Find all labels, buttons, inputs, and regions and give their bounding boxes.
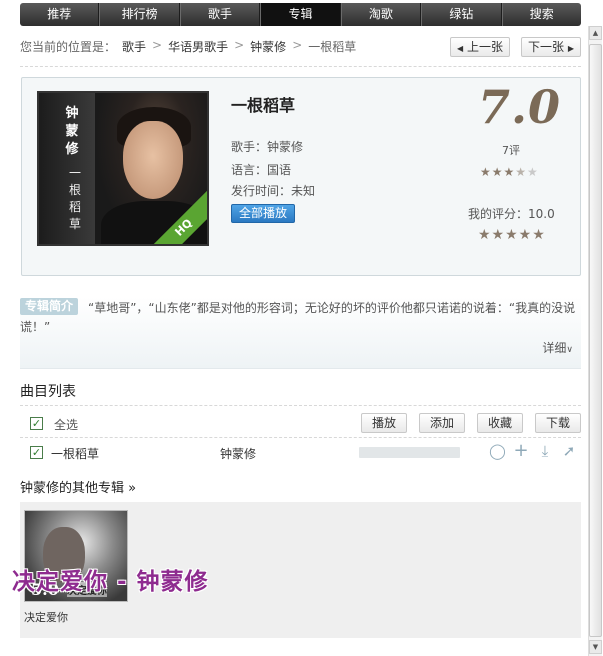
album-release-date: 发行时间：未知 [231, 184, 316, 198]
average-rating-stars: ★★★★★ [480, 165, 539, 179]
play-button[interactable]: 播放 [361, 413, 407, 433]
headphones-icon[interactable]: ◯ [489, 443, 506, 459]
share-icon[interactable]: ➚ [561, 443, 577, 459]
intro-text: “草地哥”，“山东佬”都是对他的形容词；无论好的坏的评价他都只诺诺的说着：“我真… [20, 301, 576, 334]
breadcrumb-separator: > [234, 38, 245, 52]
other-albums-heading[interactable]: 钟蒙修的其他专辑 » [20, 477, 136, 496]
tracklist-heading: 曲目列表 [20, 384, 76, 400]
select-all-label: 全选 [54, 418, 79, 432]
nav-tab-albums[interactable]: 专辑 [260, 3, 341, 26]
intro-tag: 专辑简介 [20, 298, 78, 315]
intro-more-link[interactable]: 详细∨ [542, 339, 573, 356]
other-album-name[interactable]: 决定爱你 [24, 609, 68, 625]
scroll-up-icon[interactable]: ▲ [589, 26, 602, 40]
nav-tab-green-diamond[interactable]: 绿钻 [421, 3, 502, 26]
nav-tab-charts[interactable]: 排行榜 [99, 3, 180, 26]
triangle-right-icon: ▶ [567, 44, 574, 53]
my-rating-stars[interactable]: ★★★★★ [478, 227, 546, 243]
divider [20, 66, 581, 67]
breadcrumb-link-artist[interactable]: 钟蒙修 [250, 38, 286, 55]
download-icon[interactable]: ⤓ [537, 443, 553, 459]
nav-tab-singers[interactable]: 歌手 [179, 3, 261, 26]
nav-tab-search[interactable]: 搜索 [501, 3, 581, 26]
my-score: 我的评分：10.0 [468, 207, 555, 221]
cover-artist-text: 钟蒙修 [65, 106, 79, 157]
breadcrumb-separator: > [292, 38, 303, 52]
breadcrumb-current: 一根稻草 [308, 40, 357, 54]
main-nav: 推荐 排行榜 歌手 专辑 淘歌 绿钻 搜索 [20, 3, 581, 26]
album-cover[interactable]: 钟蒙修 一根稻草 HQ [37, 91, 209, 246]
next-album-button[interactable]: 下一张 ▶ [521, 37, 581, 57]
divider [20, 437, 581, 438]
nav-tab-discover[interactable]: 淘歌 [340, 3, 422, 26]
add-button[interactable]: 添加 [419, 413, 465, 433]
track-artist[interactable]: 钟蒙修 [220, 445, 256, 462]
scrollbar-thumb[interactable] [589, 44, 602, 637]
add-icon[interactable]: + [513, 442, 529, 460]
track-name[interactable]: 一根稻草 [51, 445, 99, 462]
breadcrumb-prefix: 您当前的位置是： [20, 40, 117, 54]
track-checkbox[interactable]: ✓ [30, 446, 43, 459]
download-button[interactable]: 下载 [535, 413, 581, 433]
album-info-panel: 钟蒙修 一根稻草 HQ 一根稻草 歌手：钟蒙修 语言：国语 发行时间：未知 全部… [21, 77, 581, 276]
album-overlay-caption: 决定爱你 - 钟蒙修 [12, 569, 209, 595]
chevron-down-icon: ∨ [566, 345, 573, 355]
breadcrumb-link-singers[interactable]: 歌手 [122, 38, 146, 55]
track-popularity-bar [359, 447, 460, 458]
favorite-button[interactable]: 收藏 [477, 413, 523, 433]
album-intro: “草地哥”，“山东佬”都是对他的形容词；无论好的坏的评价他都只诺诺的说着：“我真… [20, 297, 581, 369]
prev-album-button[interactable]: ◀ 上一张 [450, 37, 510, 57]
nav-tab-recommend[interactable]: 推荐 [20, 3, 100, 26]
vertical-scrollbar[interactable]: ▲ ▼ [588, 26, 602, 656]
album-language: 语言：国语 [231, 163, 292, 177]
triangle-left-icon: ◀ [457, 44, 464, 53]
play-all-button[interactable]: 全部播放 [231, 204, 295, 223]
cover-title-text: 一根稻草 [68, 166, 81, 231]
album-title: 一根稻草 [231, 96, 296, 115]
breadcrumb-link-category[interactable]: 华语男歌手 [168, 38, 228, 55]
breadcrumb: 您当前的位置是： 歌手 > 华语男歌手 > 钟蒙修 > 一根稻草 [20, 38, 356, 55]
divider [20, 405, 581, 406]
album-singer[interactable]: 歌手：钟蒙修 [231, 138, 303, 155]
review-count[interactable]: 7评 [502, 142, 520, 158]
breadcrumb-separator: > [152, 38, 163, 52]
scroll-down-icon[interactable]: ▼ [589, 640, 602, 654]
select-all-checkbox[interactable]: ✓ [30, 417, 43, 430]
album-score: 7.0 [478, 80, 562, 134]
